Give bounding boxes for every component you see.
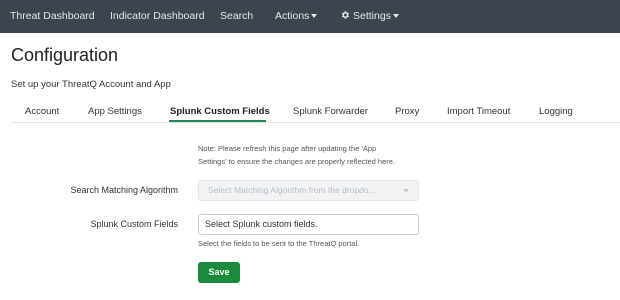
chevron-down-icon	[403, 189, 409, 193]
algorithm-select: Select Matching Algorithm from the dropd…	[198, 180, 419, 201]
tab-app-settings[interactable]: App Settings	[88, 106, 142, 117]
nav-indicator-dashboard[interactable]: Indicator Dashboard	[110, 0, 205, 33]
tab-proxy[interactable]: Proxy	[395, 106, 419, 117]
custom-fields-input[interactable]: Select Splunk custom fields.	[198, 214, 419, 235]
page-title: Configuration	[11, 45, 119, 65]
tab-splunk-forwarder[interactable]: Splunk Forwarder	[293, 106, 368, 117]
chevron-down-icon	[311, 14, 318, 18]
nav-actions-label: Actions	[275, 10, 310, 22]
gear-icon	[341, 11, 349, 19]
tab-logging[interactable]: Logging	[539, 106, 573, 117]
tab-account[interactable]: Account	[25, 106, 59, 117]
top-navbar: Threat Dashboard Indicator Dashboard Sea…	[0, 0, 620, 33]
custom-fields-help: Select the fields to be sent to the Thre…	[198, 239, 360, 248]
save-button[interactable]: Save	[198, 262, 240, 283]
tab-import-timeout[interactable]: Import Timeout	[447, 106, 510, 117]
refresh-note: Note: Please refresh this page after upd…	[198, 142, 438, 168]
nav-threat-dashboard[interactable]: Threat Dashboard	[10, 0, 95, 33]
nav-settings-label: Settings	[353, 10, 391, 22]
chevron-down-icon	[392, 14, 399, 18]
active-tab-indicator	[169, 120, 266, 122]
tab-splunk-custom-fields[interactable]: Splunk Custom Fields	[170, 106, 270, 117]
custom-fields-label: Splunk Custom Fields	[90, 219, 178, 229]
algorithm-select-placeholder: Select Matching Algorithm from the dropd…	[208, 185, 376, 195]
nav-settings-menu[interactable]: Settings	[340, 0, 399, 33]
refresh-note-line-1: Note: Please refresh this page after upd…	[198, 144, 377, 153]
nav-actions-menu[interactable]: Actions	[275, 0, 318, 33]
refresh-note-line-2: Settings' to ensure the changes are prop…	[198, 157, 395, 166]
config-tabs: Account App Settings Splunk Custom Field…	[11, 100, 620, 123]
algorithm-label: Search Matching Algorithm	[70, 185, 178, 195]
nav-search[interactable]: Search	[220, 0, 253, 33]
page-subtitle: Set up your ThreatQ Account and App	[11, 79, 171, 90]
